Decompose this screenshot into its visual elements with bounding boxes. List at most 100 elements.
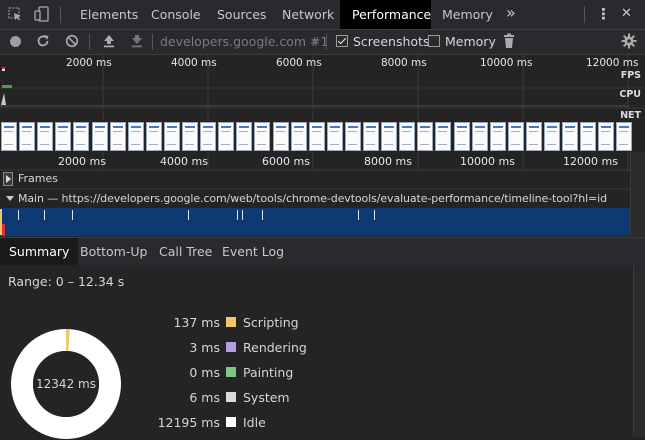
screenshot-thumbnail — [236, 122, 253, 151]
screenshot-thumbnail — [507, 122, 524, 151]
timeline-overview[interactable]: 2000 ms 4000 ms 6000 ms 8000 ms 10000 ms… — [0, 55, 645, 152]
main-track-label[interactable]: Main — https://developers.google.com/web… — [18, 192, 607, 205]
idle-label: Idle — [243, 415, 266, 430]
gear-icon[interactable] — [621, 33, 637, 52]
memory-checkbox[interactable] — [428, 35, 440, 47]
divider — [326, 34, 327, 50]
details-tab-bar: Summary Bottom-Up Call Tree Event Log — [0, 237, 645, 266]
fps-label: FPS — [620, 70, 641, 81]
system-swatch — [226, 392, 236, 402]
divider — [89, 34, 90, 50]
tab-performance[interactable]: Performance — [340, 0, 431, 29]
triangle-right-icon — [6, 175, 11, 183]
idle-swatch — [226, 417, 236, 427]
painting-label: Painting — [243, 365, 294, 380]
screenshot-thumbnail — [562, 122, 579, 151]
screenshot-thumbnail — [598, 122, 615, 151]
screenshots-label: Screenshots — [353, 34, 430, 49]
device-toolbar-icon[interactable] — [34, 6, 50, 22]
cpu-label: CPU — [619, 89, 641, 100]
screenshot-thumbnail — [200, 122, 217, 151]
range-label: Range: 0 – 12.34 s — [8, 274, 125, 289]
ruler-tick: 2000 ms — [66, 57, 112, 69]
screenshot-thumbnail — [544, 122, 560, 151]
screenshot-thumbnail — [399, 122, 416, 151]
chevron-down-icon[interactable] — [311, 39, 319, 44]
screenshot-thumbnail — [435, 122, 452, 151]
inspect-element-icon[interactable] — [8, 7, 21, 21]
divider — [152, 34, 153, 50]
screenshot-thumbnail — [73, 122, 90, 151]
tab-summary[interactable]: Summary — [0, 238, 79, 265]
more-tabs-icon[interactable]: » — [506, 3, 516, 22]
screenshot-thumbnail — [580, 122, 597, 151]
net-label: NET — [620, 110, 641, 121]
scripting-value: 137 ms — [173, 315, 220, 330]
flame-scrollbar[interactable] — [630, 152, 645, 236]
summary-scrollbar[interactable] — [633, 265, 645, 437]
ruler-tick: 8000 ms — [364, 155, 412, 168]
screenshot-thumbnail — [344, 122, 361, 151]
screenshot-thumbnail — [417, 122, 434, 151]
screenshot-thumbnail — [453, 122, 470, 151]
screenshot-thumbnail — [254, 122, 271, 151]
reload-icon[interactable] — [36, 34, 50, 51]
save-profile-icon[interactable] — [130, 34, 144, 51]
tab-elements[interactable]: Elements — [68, 0, 150, 29]
clear-icon[interactable] — [65, 34, 79, 51]
ruler-tick: 4000 ms — [160, 155, 208, 168]
screenshot-thumbnail — [381, 122, 398, 151]
ruler-tick: 10000 ms — [460, 155, 515, 168]
screenshot-thumbnail — [471, 122, 488, 151]
rendering-value: 3 ms — [189, 340, 220, 355]
close-icon[interactable]: ✕ — [621, 6, 632, 21]
tab-divider — [60, 6, 61, 23]
tab-memory[interactable]: Memory — [430, 0, 505, 29]
devtools-tab-bar: Elements Console Sources Network Perform… — [0, 0, 645, 30]
ruler-tick: 10000 ms — [480, 57, 533, 69]
tab-bottom-up[interactable]: Bottom-Up — [71, 238, 156, 265]
load-profile-icon[interactable] — [102, 34, 116, 51]
screenshot-thumbnail — [127, 122, 144, 151]
screenshot-thumbnail — [616, 122, 633, 151]
screenshot-thumbnail — [326, 122, 343, 151]
tab-divider-right — [584, 6, 585, 23]
tab-network[interactable]: Network — [270, 0, 346, 29]
frames-track-label[interactable]: Frames — [18, 172, 58, 185]
kebab-menu-icon[interactable]: ⋮ — [596, 5, 611, 23]
idle-value: 12195 ms — [157, 415, 220, 430]
screenshot-thumbnail — [1, 122, 17, 151]
screenshot-thumbnail — [308, 122, 325, 151]
record-icon[interactable] — [10, 36, 21, 47]
trash-icon[interactable] — [502, 33, 516, 52]
scripting-swatch — [226, 317, 236, 327]
tab-call-tree[interactable]: Call Tree — [150, 238, 221, 265]
rendering-swatch — [226, 342, 236, 352]
tab-sources[interactable]: Sources — [205, 0, 278, 29]
screenshot-thumbnail — [489, 122, 506, 151]
ruler-tick: 2000 ms — [58, 155, 106, 168]
profile-select[interactable]: developers.google.com #1 — [160, 34, 328, 49]
memory-label: Memory — [445, 34, 496, 49]
screenshot-thumbnail — [182, 122, 198, 151]
screenshot-thumbnail — [290, 122, 307, 151]
screenshot-thumbnail — [109, 122, 126, 151]
screenshot-thumbnail — [525, 122, 542, 151]
screenshot-thumbnail — [91, 122, 108, 151]
tab-event-log[interactable]: Event Log — [213, 238, 293, 265]
summary-panel: Range: 0 – 12.34 s 12342 ms 137 ms Scrip… — [0, 265, 633, 439]
scripting-label: Scripting — [243, 315, 299, 330]
screenshot-thumbnail — [163, 122, 180, 151]
screenshot-thumbnail — [145, 122, 162, 151]
screenshot-thumbnail — [363, 122, 379, 151]
ruler-tick: 6000 ms — [262, 155, 310, 168]
tab-console[interactable]: Console — [139, 0, 213, 29]
rendering-label: Rendering — [243, 340, 307, 355]
ruler-tick: 4000 ms — [171, 57, 217, 69]
screenshot-thumbnail — [37, 122, 54, 151]
system-value: 6 ms — [189, 390, 220, 405]
chevron-down-icon[interactable] — [6, 196, 14, 201]
flame-chart[interactable]: 2000 ms 4000 ms 6000 ms 8000 ms 10000 ms… — [0, 152, 630, 236]
painting-value: 0 ms — [189, 365, 220, 380]
screenshots-checkbox[interactable] — [336, 35, 348, 47]
